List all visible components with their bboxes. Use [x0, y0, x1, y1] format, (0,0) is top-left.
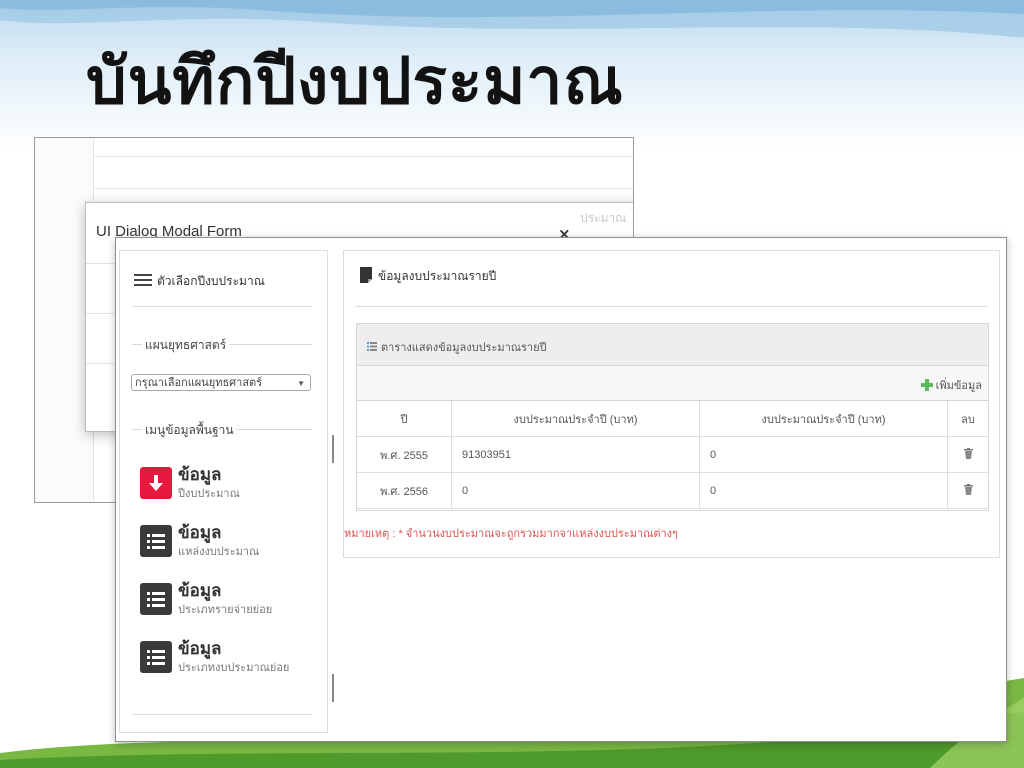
- base-menu-label: เมนูข้อมูลพื้นฐาน: [142, 421, 237, 440]
- cell-budget-2: 0: [699, 472, 948, 509]
- main-screenshot: ตัวเลือกปีงบประมาณ แผนยุทธศาสตร์ กรุณาเล…: [115, 237, 1007, 742]
- table-caption: ตารางแสดงข้อมูลงบประมาณรายปี: [357, 324, 988, 366]
- column-header-delete: ลบ: [947, 401, 988, 437]
- content-panel: ข้อมูลงบประมาณรายปี ตารางแสดงข้อมูลงบประ…: [343, 250, 1000, 558]
- divider: [93, 156, 633, 157]
- sidebar: ตัวเลือกปีงบประมาณ แผนยุทธศาสตร์ กรุณาเล…: [119, 250, 328, 733]
- list-icon: [140, 641, 172, 673]
- plan-section-label: แผนยุทธศาสตร์: [142, 336, 230, 355]
- divider: [355, 306, 988, 307]
- hamburger-menu-icon: [134, 274, 152, 289]
- plan-select-value: กรุณาเลือกแผนยุทธศาสตร์: [135, 377, 263, 389]
- menu-item-subtitle: ปีงบประมาณ: [178, 488, 240, 500]
- delete-button[interactable]: [947, 436, 988, 473]
- plan-select[interactable]: กรุณาเลือกแผนยุทธศาสตร์ ▼: [131, 374, 311, 391]
- menu-item-expense-type[interactable]: ข้อมูล ประเภทรายจ่ายย่อย: [140, 581, 320, 633]
- faded-background-text: ประมาณ: [580, 211, 627, 225]
- menu-item-subtitle: แหล่งงบประมาณ: [178, 546, 260, 558]
- column-header-budget-2: งบประมาณประจำปี (บาท): [699, 401, 948, 437]
- splitter-handle[interactable]: [332, 674, 334, 702]
- splitter-handle[interactable]: [332, 435, 334, 463]
- menu-item-subtitle: ประเภทงบประมาณย่อย: [178, 662, 290, 674]
- cell-budget-2: 0: [699, 436, 948, 473]
- content-header-label: ข้อมูลงบประมาณรายปี: [378, 269, 497, 283]
- list-icon: [140, 525, 172, 557]
- divider: [93, 188, 633, 189]
- column-header-year: ปี: [357, 401, 452, 437]
- column-header-budget: งบประมาณประจำปี (บาท): [451, 401, 700, 437]
- content-header: ข้อมูลงบประมาณรายปี: [360, 267, 496, 286]
- divider: [132, 714, 312, 715]
- trash-icon: [963, 483, 973, 495]
- list-icon: [367, 342, 377, 354]
- trash-icon: [963, 447, 973, 459]
- footnote: หมายเหตุ : * จำนวนงบประมาณจะถูกรวมมากจาแ…: [344, 528, 678, 540]
- table-caption-label: ตารางแสดงข้อมูลงบประมาณรายปี: [381, 342, 547, 354]
- cell-year: พ.ศ. 2556: [357, 472, 452, 509]
- list-icon: [140, 583, 172, 615]
- menu-item-budget-type[interactable]: ข้อมูล ประเภทงบประมาณย่อย: [140, 639, 320, 691]
- sidebar-header: ตัวเลือกปีงบประมาณ: [134, 272, 265, 291]
- budget-table-panel: ตารางแสดงข้อมูลงบประมาณรายปี เพิ่มข้อมูล…: [356, 323, 989, 511]
- cell-year: พ.ศ. 2555: [357, 436, 452, 473]
- add-data-label: เพิ่มข้อมูล: [935, 380, 982, 392]
- menu-item-subtitle: ประเภทรายจ่ายย่อย: [178, 604, 273, 616]
- add-icon: [920, 378, 933, 394]
- budget-table: ปี งบประมาณประจำปี (บาท) งบประมาณประจำปี…: [357, 401, 988, 509]
- delete-button[interactable]: [947, 472, 988, 509]
- slide-title: บันทึกปีงบประมาณ: [86, 45, 624, 119]
- cell-budget: 0: [451, 472, 700, 509]
- chevron-down-icon: ▼: [297, 379, 305, 388]
- download-arrow-icon: [140, 467, 172, 499]
- table-row: พ.ศ. 2555 91303951 0: [357, 436, 988, 473]
- menu-item-budget-source[interactable]: ข้อมูล แหล่งงบประมาณ: [140, 523, 320, 575]
- document-icon: [360, 267, 372, 286]
- cell-budget: 91303951: [451, 436, 700, 473]
- table-caption-text: ตารางแสดงข้อมูลงบประมาณรายปี: [367, 338, 547, 356]
- table-row: พ.ศ. 2556 0 0: [357, 472, 988, 509]
- divider: [132, 306, 312, 307]
- sidebar-header-label: ตัวเลือกปีงบประมาณ: [157, 274, 265, 288]
- add-data-button[interactable]: เพิ่มข้อมูล: [920, 376, 982, 394]
- table-toolbar: เพิ่มข้อมูล: [357, 366, 988, 401]
- table-header-row: ปี งบประมาณประจำปี (บาท) งบประมาณประจำปี…: [357, 401, 988, 437]
- menu-item-fiscal-year[interactable]: ข้อมูล ปีงบประมาณ: [140, 465, 320, 517]
